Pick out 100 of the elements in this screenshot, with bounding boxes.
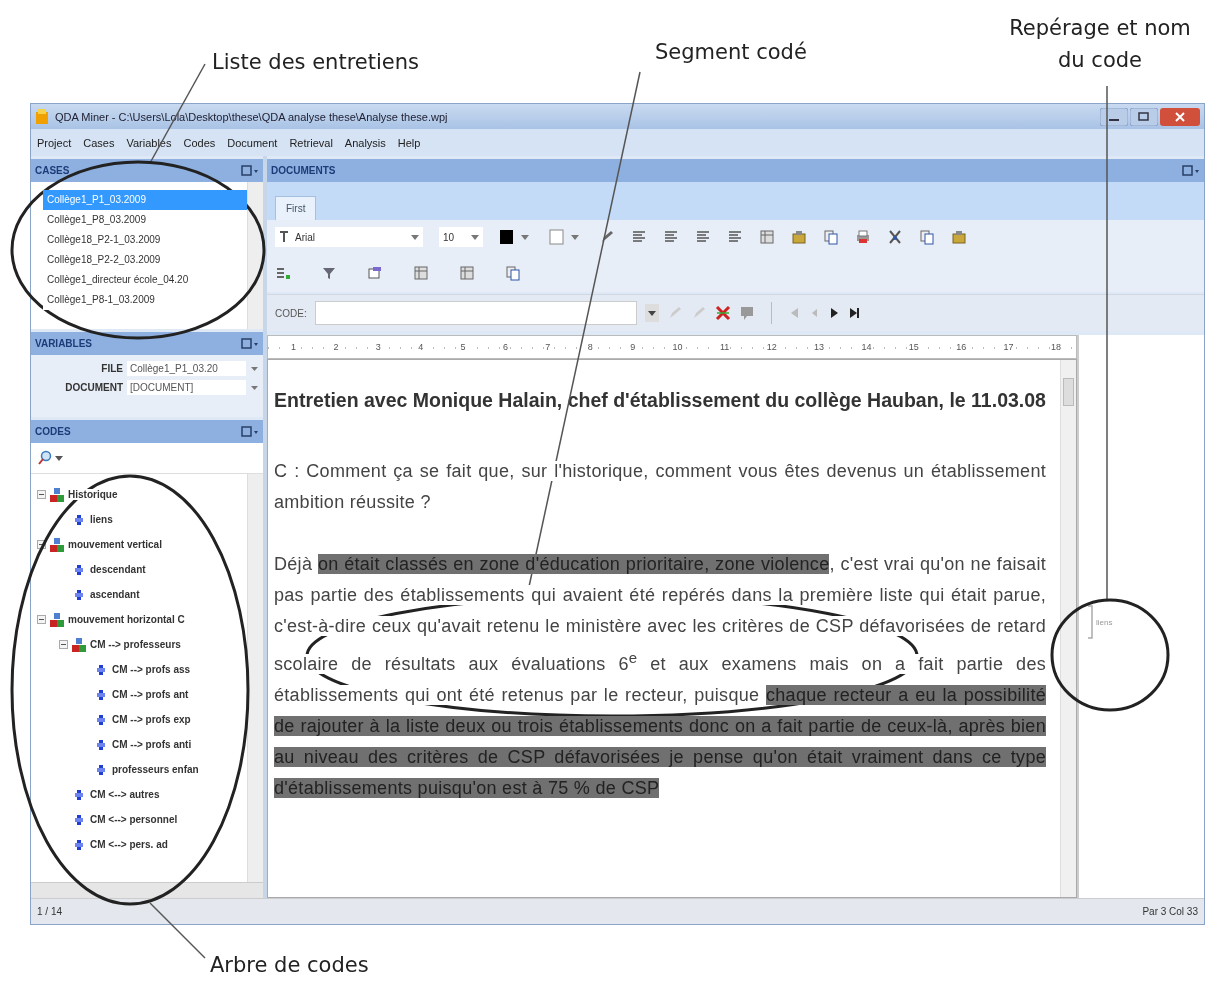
code-icon	[72, 512, 86, 527]
menu-item[interactable]: Document	[227, 136, 278, 149]
ruler-number: 9	[629, 342, 637, 352]
minimize-button[interactable]	[1100, 107, 1128, 126]
window-icon[interactable]	[367, 265, 383, 281]
ruler-number: 15	[907, 342, 920, 352]
search-icon[interactable]	[37, 450, 53, 466]
last-icon[interactable]	[847, 306, 860, 320]
tree-item[interactable]: ascendant	[90, 589, 140, 600]
comment-icon[interactable]	[738, 305, 755, 321]
page-icon[interactable]	[823, 229, 839, 245]
restore-button[interactable]	[1130, 107, 1158, 126]
dock-menu-icon[interactable]	[241, 164, 259, 177]
font-type-icon	[279, 231, 291, 243]
list-icon[interactable]	[275, 265, 291, 281]
expander-icon[interactable]	[37, 490, 46, 499]
tree-item[interactable]: professeurs enfan	[112, 764, 199, 775]
tree-item[interactable]: CM --> profs ass	[112, 664, 191, 675]
tree-item[interactable]: CM --> profs exp	[112, 714, 191, 725]
app-icon	[35, 108, 49, 125]
code-icon	[72, 562, 86, 577]
dropdown-icon[interactable]	[250, 383, 259, 392]
tree-item[interactable]: liens	[90, 514, 113, 525]
panel-title: VARIABLES	[35, 338, 93, 349]
code-field[interactable]	[314, 301, 637, 325]
code-icon	[94, 737, 108, 752]
code-icon	[94, 712, 108, 727]
dropdown-icon[interactable]	[55, 454, 63, 462]
ruler-number: 1	[290, 342, 297, 352]
menu-item[interactable]: Project	[37, 136, 72, 149]
ruler-number: 18	[1049, 342, 1062, 352]
tree-item[interactable]: CM --> profs ant	[112, 689, 189, 700]
table-icon[interactable]	[413, 265, 429, 281]
tree-item[interactable]: CM --> profs anti	[112, 739, 192, 750]
align-center-icon[interactable]	[663, 229, 679, 245]
tree-item[interactable]: CM <--> autres	[90, 789, 160, 800]
page-icon[interactable]	[505, 265, 521, 281]
scissors-icon[interactable]	[887, 229, 903, 245]
ruler-number: 6	[501, 342, 509, 352]
table-icon[interactable]	[759, 229, 775, 245]
document-tab[interactable]: First	[275, 196, 317, 220]
ruler-number: 14	[860, 342, 873, 352]
scrollbar[interactable]	[1060, 360, 1076, 897]
tree-item[interactable]: CM <--> pers. ad	[90, 839, 168, 850]
expander-icon[interactable]	[37, 615, 46, 624]
code-label: CODE:	[275, 307, 307, 319]
category-icon	[50, 537, 64, 552]
expander-icon[interactable]	[37, 540, 46, 549]
grid-icon[interactable]	[459, 265, 475, 281]
ruler-number: 8	[586, 342, 594, 352]
tree-item[interactable]: Historique	[68, 489, 118, 500]
tree-item[interactable]: CM <--> personnel	[90, 814, 178, 825]
ruler-number: 4	[417, 342, 425, 352]
ruler-number: 5	[459, 342, 467, 352]
variable-value[interactable]: [DOCUMENT]	[127, 380, 246, 395]
close-button[interactable]	[1160, 107, 1200, 126]
menu-item[interactable]: Analysis	[344, 136, 386, 149]
font-select[interactable]: Arial	[275, 227, 423, 247]
scrollbar[interactable]	[247, 182, 263, 329]
callout-label: Repérage et nom du code	[1008, 15, 1192, 74]
panel-title: CASES	[35, 165, 70, 176]
code-icon	[72, 787, 86, 802]
menu-item[interactable]: Cases	[83, 136, 115, 149]
ruler-number: 2	[332, 342, 340, 352]
paste-icon[interactable]	[951, 229, 967, 245]
tree-item[interactable]: CM --> professeurs	[90, 639, 181, 650]
menu-item[interactable]: Help	[397, 136, 421, 149]
scrollbar[interactable]	[31, 882, 263, 898]
dropdown-icon[interactable]	[471, 233, 479, 241]
printer-icon[interactable]	[855, 229, 871, 245]
dropdown-icon[interactable]	[250, 364, 259, 373]
justify-icon[interactable]	[727, 229, 743, 245]
delete-icon[interactable]	[714, 305, 731, 321]
expander-icon[interactable]	[59, 640, 68, 649]
dock-menu-icon[interactable]	[241, 425, 259, 438]
align-left-icon[interactable]	[631, 229, 647, 245]
copy-icon[interactable]	[919, 229, 935, 245]
ruler-number: 12	[765, 342, 778, 352]
code-icon	[72, 837, 86, 852]
ruler-number: 16	[955, 342, 968, 352]
dropdown-icon[interactable]	[644, 304, 659, 322]
align-right-icon[interactable]	[695, 229, 711, 245]
category-icon	[72, 637, 86, 652]
menu-item[interactable]: Codes	[183, 136, 216, 149]
scrollbar[interactable]	[247, 474, 263, 882]
folder-icon[interactable]	[791, 229, 807, 245]
ruler-number: 13	[813, 342, 826, 352]
tree-item[interactable]: mouvement horizontal C	[68, 614, 185, 625]
category-icon	[50, 612, 64, 627]
filter-icon[interactable]	[321, 265, 337, 281]
tree-item[interactable]: descendant	[90, 564, 146, 575]
code-icon	[72, 812, 86, 827]
variable-value[interactable]: Collège1_P1_03.20	[127, 361, 246, 376]
dock-menu-icon[interactable]	[1182, 164, 1200, 177]
dock-menu-icon[interactable]	[241, 337, 259, 350]
size-select[interactable]: 10	[439, 227, 483, 247]
tree-item[interactable]: mouvement vertical	[68, 539, 162, 550]
pencil-icon[interactable]	[599, 229, 615, 245]
menu-item[interactable]: Retrieval	[289, 136, 333, 149]
dropdown-icon[interactable]	[411, 233, 419, 241]
